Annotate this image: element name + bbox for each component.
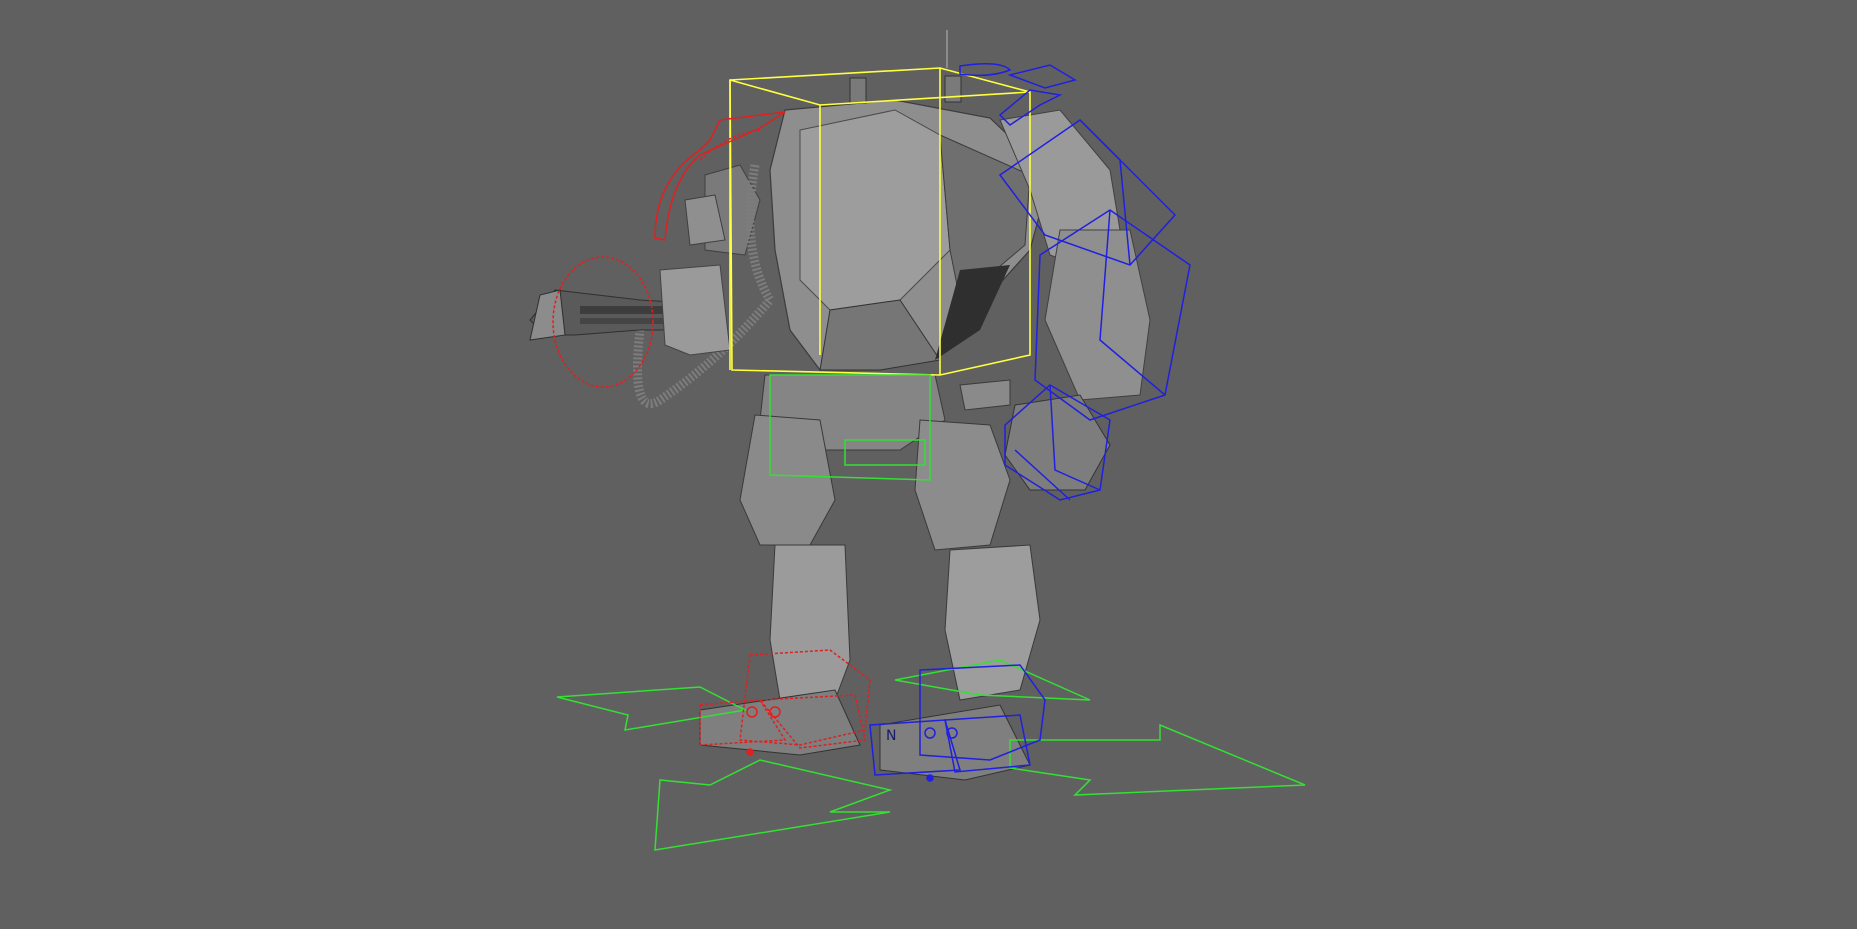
gun-weapon[interactable] xyxy=(529,264,731,356)
root-arrow-front[interactable] xyxy=(654,759,893,851)
foot-marker-label: N xyxy=(886,728,896,744)
right-shin[interactable] xyxy=(944,544,1041,701)
robot-model[interactable] xyxy=(529,75,1151,781)
right-forearm[interactable] xyxy=(1044,229,1151,401)
viewport-canvas[interactable]: N xyxy=(0,0,1857,929)
left-thigh[interactable] xyxy=(739,414,836,546)
root-arrow-right[interactable] xyxy=(1009,723,1306,796)
3d-viewport[interactable]: N xyxy=(0,0,1857,929)
left-shin[interactable] xyxy=(769,544,851,701)
